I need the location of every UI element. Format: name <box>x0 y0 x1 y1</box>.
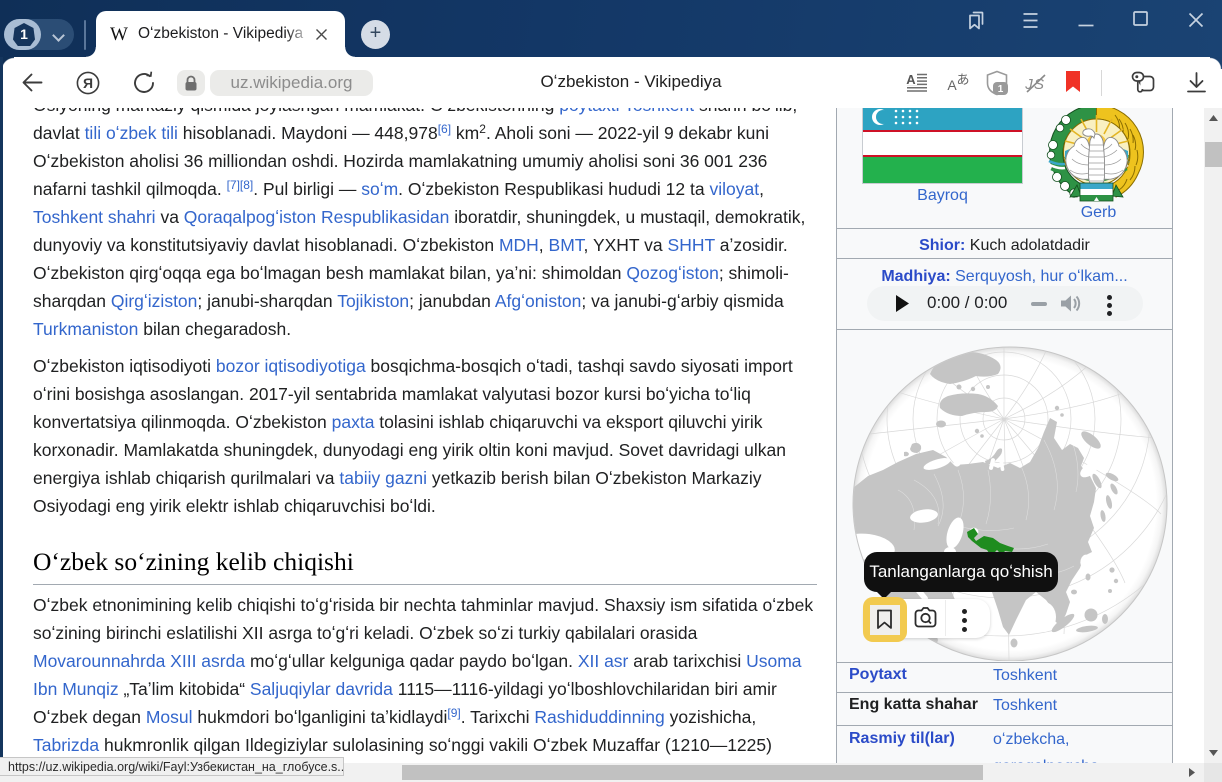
svg-text:あ: あ <box>956 72 969 87</box>
svg-text:1: 1 <box>998 84 1004 95</box>
svg-text:Я: Я <box>83 75 93 91</box>
svg-text:A: A <box>906 73 916 87</box>
